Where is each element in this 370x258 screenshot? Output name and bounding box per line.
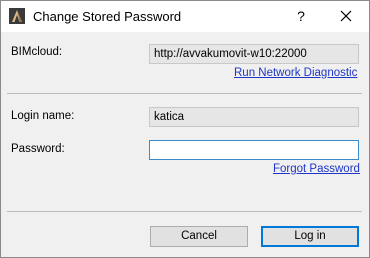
login-name-label: Login name: bbox=[11, 110, 75, 122]
separator-bottom bbox=[7, 211, 362, 212]
close-icon[interactable] bbox=[334, 4, 358, 28]
help-button[interactable]: ? bbox=[290, 5, 312, 27]
bimcloud-url-field: http://avvakumovit-w10:22000 bbox=[149, 44, 359, 64]
login-name-field: katica bbox=[149, 107, 359, 127]
forgot-password-link[interactable]: Forgot Password bbox=[273, 163, 360, 175]
dialog-body: BIMcloud: http://avvakumovit-w10:22000 R… bbox=[1, 32, 369, 257]
cancel-button[interactable]: Cancel bbox=[150, 226, 248, 247]
login-button[interactable]: Log in bbox=[261, 226, 359, 247]
archicad-icon bbox=[9, 8, 25, 24]
password-label: Password: bbox=[11, 143, 65, 155]
separator-top bbox=[7, 93, 362, 94]
dialog-title: Change Stored Password bbox=[33, 9, 182, 24]
bimcloud-label: BIMcloud: bbox=[11, 46, 63, 58]
password-input[interactable] bbox=[149, 140, 359, 160]
run-network-diagnostic-link[interactable]: Run Network Diagnostic bbox=[234, 67, 357, 79]
change-password-dialog: Change Stored Password ? BIMcloud: http:… bbox=[0, 0, 370, 258]
title-bar: Change Stored Password ? bbox=[1, 1, 369, 32]
